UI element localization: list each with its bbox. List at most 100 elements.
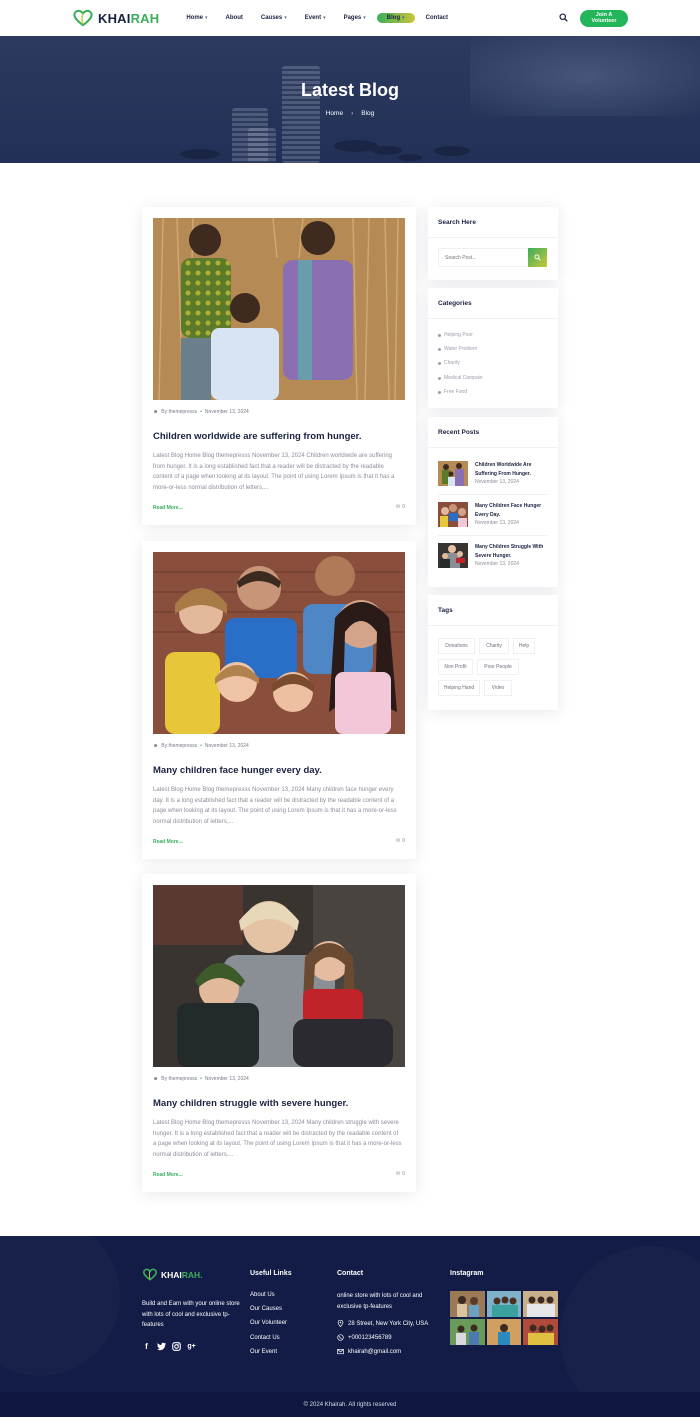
instagram-photo[interactable] xyxy=(523,1291,558,1317)
google-plus-icon[interactable]: g+ xyxy=(187,1342,196,1351)
footer-link[interactable]: Our Event xyxy=(250,1349,277,1355)
user-icon: ☻ xyxy=(153,743,159,749)
user-icon: ☻ xyxy=(153,409,159,415)
instagram-photo[interactable] xyxy=(486,1291,522,1317)
facebook-icon[interactable]: f xyxy=(142,1342,151,1351)
breadcrumb-home[interactable]: Home xyxy=(326,110,343,117)
category-item[interactable]: Medical Campain xyxy=(438,375,483,381)
nav-item-blog[interactable]: Blog ▾ xyxy=(376,13,415,23)
location-pin-icon xyxy=(337,1320,344,1327)
recent-post-thumbnail xyxy=(438,543,468,568)
post-image[interactable] xyxy=(153,218,405,400)
comment-count[interactable]: ✉ 0 xyxy=(396,1171,405,1177)
post-image[interactable] xyxy=(153,885,405,1067)
recent-post-item[interactable]: Many Children Struggle With Severe Hunge… xyxy=(438,541,550,571)
tag-item[interactable]: Poor People xyxy=(477,659,519,675)
post-excerpt: Latest Blog Home Blog themepresss Novemb… xyxy=(153,1120,402,1158)
tag-item[interactable]: Donations xyxy=(438,638,475,654)
category-item[interactable]: Charity xyxy=(438,360,460,366)
footer-link[interactable]: About Us xyxy=(250,1292,275,1298)
comment-count[interactable]: ✉ 0 xyxy=(396,504,405,510)
widget-title: Tags xyxy=(438,607,453,614)
site-logo[interactable]: KHAIRAH xyxy=(72,9,159,27)
widget-title: Recent Posts xyxy=(438,429,480,436)
tag-item[interactable]: Helping Hand xyxy=(438,680,480,696)
category-item[interactable]: Free Food xyxy=(438,389,467,395)
footer-link[interactable]: Our Causes xyxy=(250,1306,282,1312)
join-volunteer-button[interactable]: Join A Volunteer xyxy=(580,9,628,27)
copyright-text: © 2024 Khairah. All rights reserved xyxy=(303,1401,397,1408)
instagram-photo[interactable] xyxy=(486,1319,522,1345)
recent-post-thumbnail xyxy=(438,502,468,527)
recent-post-date: November 13, 2024 xyxy=(475,561,519,567)
search-input[interactable] xyxy=(438,248,530,267)
recent-posts-widget: Recent Posts Children Worldwide Are Suff… xyxy=(428,417,558,587)
category-item[interactable]: Water Problem xyxy=(438,346,477,352)
main-nav: Home ▾ About Causes ▾ Event ▾ Pages ▾ Blog ▾ … xyxy=(177,13,457,23)
post-title[interactable]: Children worldwide are suffering from hu… xyxy=(153,431,362,442)
tag-item[interactable]: Video xyxy=(484,680,512,696)
page-hero: Latest Blog Home › Blog xyxy=(0,36,700,163)
search-submit-button[interactable] xyxy=(528,248,547,267)
recent-post-title: Many Children Face Hunger Every Day. xyxy=(475,503,542,518)
read-more-link[interactable]: Read More... xyxy=(153,1172,183,1178)
twitter-icon[interactable] xyxy=(157,1342,166,1351)
tags-widget: Tags Donations Charity Help Non Profit P… xyxy=(428,595,558,710)
footer-contact-title: Contact xyxy=(337,1270,364,1277)
footer-phone[interactable]: +000123456789 xyxy=(348,1335,392,1341)
chevron-down-icon: ▾ xyxy=(205,15,208,21)
nav-item-causes[interactable]: Causes ▾ xyxy=(252,15,296,21)
recent-post-date: November 13, 2024 xyxy=(475,479,519,485)
read-more-link[interactable]: Read More... xyxy=(153,505,183,511)
nav-item-contact[interactable]: Contact xyxy=(417,15,457,21)
categories-widget: Categories Helping Poor Water Problem Ch… xyxy=(428,288,558,408)
read-more-link[interactable]: Read More... xyxy=(153,839,183,845)
instagram-photo[interactable] xyxy=(450,1291,485,1317)
footer-about-text: Build and Earn with your online store wi… xyxy=(142,1301,240,1328)
footer-email[interactable]: khairah@gmail.com xyxy=(348,1349,401,1355)
category-item[interactable]: Helping Poor xyxy=(438,332,473,338)
post-title[interactable]: Many children struggle with severe hunge… xyxy=(153,1098,348,1109)
social-links: f g+ xyxy=(142,1342,196,1351)
heart-leaf-logo-icon xyxy=(73,9,93,27)
post-author[interactable]: By themepresss xyxy=(161,743,197,749)
recent-post-title: Children Worldwide Are Suffering From Hu… xyxy=(475,462,532,477)
instagram-photo[interactable] xyxy=(450,1319,485,1345)
chevron-down-icon: ▾ xyxy=(402,15,405,21)
footer-link[interactable]: Contact Us xyxy=(250,1335,280,1341)
tag-item[interactable]: Non Profit xyxy=(438,659,473,675)
recent-post-thumbnail xyxy=(438,461,468,486)
footer-instagram-title: Instagram xyxy=(450,1270,484,1277)
footer-logo-accent: RAH. xyxy=(181,1269,203,1280)
instagram-icon[interactable] xyxy=(172,1342,181,1351)
email-icon xyxy=(337,1349,344,1355)
nav-item-about[interactable]: About xyxy=(217,15,252,21)
recent-post-item[interactable]: Children Worldwide Are Suffering From Hu… xyxy=(438,459,550,489)
post-image[interactable] xyxy=(153,552,405,734)
widget-title: Search Here xyxy=(438,219,476,226)
logo-text: KHAI xyxy=(98,10,131,26)
comment-icon: ✉ xyxy=(396,1171,401,1177)
phone-icon xyxy=(337,1334,344,1341)
recent-post-item[interactable]: Many Children Face Hunger Every Day. Nov… xyxy=(438,500,550,530)
tag-item[interactable]: Help xyxy=(513,638,535,654)
post-author[interactable]: By themepresss xyxy=(161,409,197,415)
footer-link[interactable]: Our Volunteer xyxy=(250,1320,287,1326)
footer-useful-links-title: Useful Links xyxy=(250,1270,292,1277)
breadcrumb: Home › Blog xyxy=(0,110,700,117)
heart-leaf-logo-icon xyxy=(143,1268,157,1281)
post-author[interactable]: By themepresss xyxy=(161,1076,197,1082)
tag-item[interactable]: Charity xyxy=(479,638,509,654)
post-title[interactable]: Many children face hunger every day. xyxy=(153,765,322,776)
search-icon[interactable] xyxy=(558,12,570,24)
footer-logo[interactable]: KHAIRAH. xyxy=(142,1268,203,1281)
nav-item-pages[interactable]: Pages ▾ xyxy=(335,15,375,21)
instagram-photo[interactable] xyxy=(523,1319,558,1345)
comment-count[interactable]: ✉ 0 xyxy=(396,838,405,844)
chevron-down-icon: ▾ xyxy=(363,15,366,21)
post-date: November 13, 2024 xyxy=(204,1076,249,1082)
comment-icon: ✉ xyxy=(396,838,401,844)
nav-item-event[interactable]: Event ▾ xyxy=(296,15,335,21)
nav-item-home[interactable]: Home ▾ xyxy=(177,15,216,21)
page-title: Latest Blog xyxy=(300,80,399,100)
